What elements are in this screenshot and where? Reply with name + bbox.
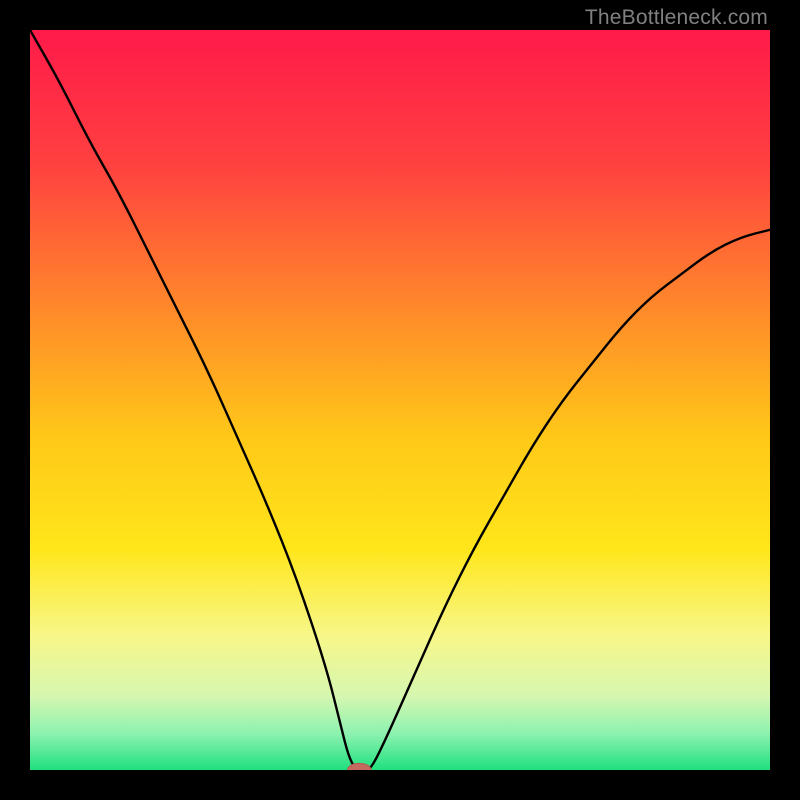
chart-svg [30,30,770,770]
plot-area [30,30,770,770]
watermark-text: TheBottleneck.com [585,6,768,30]
gradient-background [30,30,770,770]
chart-frame: TheBottleneck.com [0,0,800,800]
